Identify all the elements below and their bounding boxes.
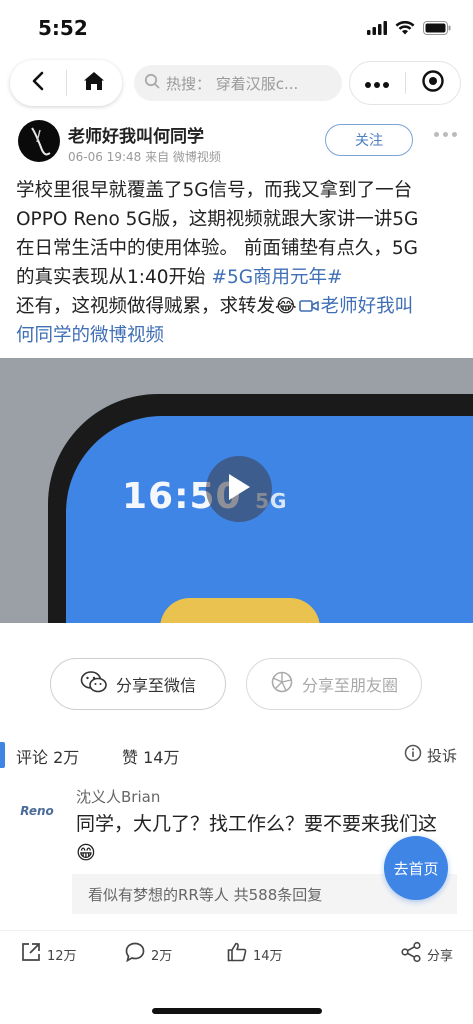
cellular-signal-icon [367,20,387,39]
laughing-emoji-icon: 😂 [275,296,297,317]
repost-icon [20,941,42,967]
share-wechat-button[interactable]: 分享至微信 [50,658,226,710]
status-bar: 5:52 [0,0,473,54]
tab-likes[interactable]: 赞 14万 [122,744,179,768]
comment-bubble-icon [124,941,146,967]
post-text: 学校里很早就覆盖了5G信号，而我又拿到了一台 OPPO Reno 5G版，这期视… [16,176,460,350]
share-button[interactable]: 分享 [400,941,453,967]
close-button[interactable] [405,62,460,104]
home-icon [83,70,105,96]
share-wechat-label: 分享至微信 [115,676,196,695]
share-label: 分享 [427,948,454,964]
video-link-text: 老师好我叫 [320,296,414,317]
grinning-emoji-icon: 😁 [76,842,96,864]
wifi-icon [395,20,415,39]
battery-icon [423,20,451,39]
hashtag-link[interactable]: #5G商用元年# [211,267,342,288]
video-player[interactable]: 16:50 5G [0,358,473,623]
search-input[interactable]: 热搜： 穿着汉服c... [134,65,342,101]
thumbs-up-icon [226,941,248,967]
comments-header: 评论 2万 赞 14万 投诉 [0,740,473,770]
video-link[interactable]: 老师好我叫 [297,296,414,317]
nav-pill [10,60,122,106]
repost-button[interactable]: 12万 [20,941,77,967]
share-moments-label: 分享至朋友圈 [301,676,398,695]
report-button[interactable]: 投诉 [404,744,457,766]
search-icon [144,73,160,93]
bottom-action-bar: 12万 2万 14万 分享 [0,930,473,980]
commenter-avatar[interactable]: Reno [18,792,56,830]
video-app-icon [160,598,320,623]
author-name[interactable]: 老师好我叫何同学 [68,122,204,147]
like-count: 14万 [253,948,283,964]
info-circle-icon [404,744,422,766]
play-button[interactable] [206,456,272,522]
repost-count: 12万 [47,948,77,964]
post-text-line: 还有，这视频做得贼累，求转发😂 老师好我叫 [16,292,460,321]
commenter-name[interactable]: 沈义人Brian [76,786,160,807]
wechat-icon [80,670,108,698]
video-link-text-continued[interactable]: 何同学的微博视频 [16,321,460,350]
more-dots-icon [364,74,390,93]
status-icons [367,20,451,39]
back-arrow-icon [30,71,46,95]
post-text-line: 学校里很早就覆盖了5G信号，而我又拿到了一台 [16,180,413,201]
post-text-fragment: 的真实表现从1:40开始 [16,267,212,288]
author-avatar[interactable] [18,120,60,162]
post-meta: 06-06 19:48 来自 微博视频 [68,150,221,164]
video-camera-icon [297,296,321,317]
share-moments-button[interactable]: 分享至朋友圈 [246,658,422,710]
share-icon [400,941,422,967]
post-text-line: OPPO Reno 5G版，这期视频就跟大家讲一讲5G [16,209,419,230]
more-button[interactable] [350,62,405,104]
goto-home-button[interactable]: 去首页 [384,836,448,900]
video-phone-screen [66,416,473,623]
home-indicator[interactable] [152,1008,322,1014]
play-icon [226,472,252,506]
share-row: 分享至微信 分享至朋友圈 [0,658,473,712]
search-placeholder: 热搜： 穿着汉服c... [166,74,299,93]
comment-text-content: 同学，大几了？找工作么？要不要来我们这 [76,813,438,835]
post-text-line: 在日常生活中的使用体验。 前面铺垫有点久，5G [16,238,418,259]
report-label: 投诉 [426,746,457,765]
post-more-icon[interactable] [434,132,457,137]
status-time: 5:52 [38,16,88,40]
active-tab-indicator [0,742,5,768]
post-text-line: 的真实表现从1:40开始 #5G商用元年# [16,263,460,292]
moments-aperture-icon [270,670,294,698]
like-button[interactable]: 14万 [226,941,283,967]
post-header: 老师好我叫何同学 06-06 19:48 来自 微博视频 关注 [0,118,473,174]
comment-button[interactable]: 2万 [124,941,172,967]
post-text-fragment: 还有，这视频做得贼累，求转发 [16,296,276,317]
comment-count: 2万 [151,948,173,964]
home-button[interactable] [66,60,122,106]
nav-bar: 热搜： 穿着汉服c... [0,60,473,106]
follow-button[interactable]: 关注 [325,124,413,156]
target-circle-icon [421,69,445,97]
tab-comments[interactable]: 评论 2万 [16,744,79,768]
back-button[interactable] [10,60,66,106]
mini-program-capsule [349,61,461,105]
